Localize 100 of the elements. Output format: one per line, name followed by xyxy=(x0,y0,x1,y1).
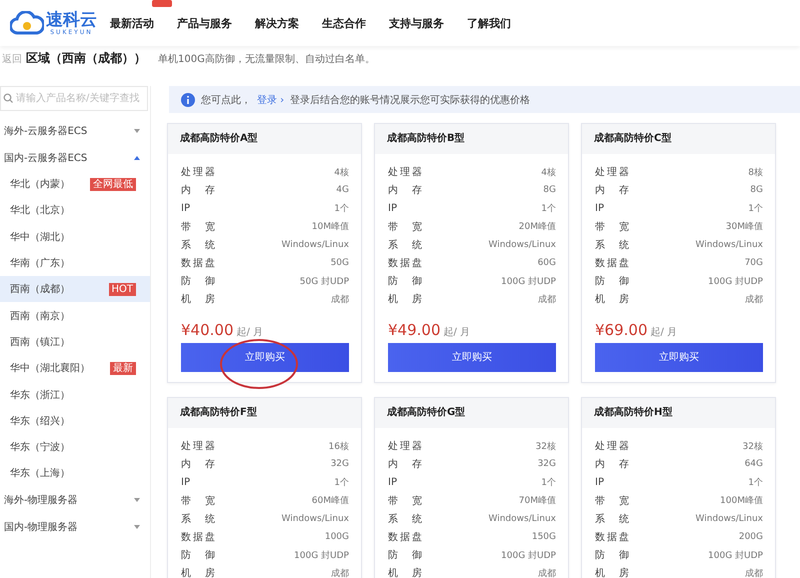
spec-value: 成都 xyxy=(538,568,556,578)
region-item[interactable]: 华北（内蒙） 全网最低 xyxy=(0,171,150,198)
region-item[interactable]: 西南（南京） xyxy=(0,302,150,329)
spec-value: 100G xyxy=(324,532,349,542)
spec-value: 100G 封UDP xyxy=(501,550,556,562)
region-item[interactable]: 华南（广东） xyxy=(0,250,150,276)
spec-value: 32G xyxy=(330,459,349,470)
region-item[interactable]: 华北（北京） xyxy=(0,197,150,224)
spec-value: 8G xyxy=(543,185,556,196)
nav-link[interactable]: 支持与服务 xyxy=(389,16,444,30)
spec-label: 防御 xyxy=(595,548,629,562)
spec-value: 100M峰值 xyxy=(720,494,763,508)
spec-label: 内存 xyxy=(388,458,422,472)
card-title: 成都高防特价C型 xyxy=(582,124,775,154)
spec-value: 70G xyxy=(744,258,763,268)
login-link[interactable]: 登录 › xyxy=(257,92,284,106)
buy-button[interactable]: 立即购买 xyxy=(388,342,556,372)
card-title: 成都高防特价B型 xyxy=(375,124,568,154)
spec-value: Windows/Linux xyxy=(696,240,763,250)
nav-link[interactable]: 生态合作 xyxy=(322,16,366,30)
card-title: 成都高防特价F型 xyxy=(168,398,361,428)
spec-label: 数据盘 xyxy=(595,531,629,544)
spec-label: 带宽 xyxy=(181,220,215,234)
nav-link[interactable]: 解决方案 xyxy=(255,16,299,30)
category-item[interactable]: 海外-云服务器ECS xyxy=(0,117,150,144)
spec-value: 1个 xyxy=(334,476,349,489)
region-label: 华东（宁波） xyxy=(10,440,70,454)
region-label: 华中（湖北襄阳） xyxy=(10,362,90,376)
spec-value: 60M峰值 xyxy=(312,494,349,508)
spec-label: 机房 xyxy=(388,566,422,578)
region-item[interactable]: 华中（湖北） xyxy=(0,224,150,250)
logo-name: 速科云 xyxy=(46,10,97,28)
buy-button[interactable]: 立即购买 xyxy=(181,342,349,372)
spec-value: 200G xyxy=(738,532,763,542)
spec-value: 60G xyxy=(538,258,556,268)
page-title: 区域（西南（成都）） xyxy=(26,50,146,67)
spec-value: 16核 xyxy=(328,440,349,453)
spec-label: IP xyxy=(181,202,191,214)
region-label: 西南（成都） xyxy=(10,282,70,296)
spec-value: 成都 xyxy=(331,568,349,578)
card-title: 成都高防特价H型 xyxy=(582,398,775,428)
spec-label: 内存 xyxy=(595,458,629,472)
spec-label: 数据盘 xyxy=(595,257,629,270)
nav-link[interactable]: 了解我们 xyxy=(467,16,511,30)
spec-value: 50G xyxy=(330,258,349,268)
region-item[interactable]: 西南（镇江） xyxy=(0,328,150,356)
spec-label: 数据盘 xyxy=(388,531,422,544)
spec-label: IP xyxy=(595,202,605,214)
cloud-logo-icon xyxy=(10,11,44,35)
region-item[interactable]: 华东（浙江） xyxy=(0,381,150,408)
nav-link[interactable]: 产品与服务 xyxy=(177,16,232,30)
spec-value: 100G 封UDP xyxy=(708,550,763,562)
spec-label: 防御 xyxy=(595,274,629,288)
spec-label: 带宽 xyxy=(595,220,629,234)
spec-value: 4G xyxy=(336,185,349,196)
region-label: 西南（镇江） xyxy=(10,336,70,349)
spec-label: 数据盘 xyxy=(181,257,215,270)
spec-label: IP xyxy=(388,202,398,214)
region-label: 华东（浙江） xyxy=(10,388,70,402)
category-item[interactable]: 国内-物理服务器 xyxy=(0,514,150,541)
caret-down-icon xyxy=(134,128,140,132)
spec-label: 处理器 xyxy=(595,166,629,180)
price-text: ¥40.00 xyxy=(181,320,234,338)
category-item[interactable]: 海外-物理服务器 xyxy=(0,486,150,514)
search-field[interactable]: 请输入产品名称/关键字查找 xyxy=(0,86,148,111)
region-item[interactable]: 西南（成都） HOT xyxy=(0,276,150,302)
region-label: 华北（内蒙） xyxy=(10,178,70,192)
spec-label: 数据盘 xyxy=(181,531,215,544)
tag-label: 最新 xyxy=(110,362,136,375)
spec-label: 防御 xyxy=(181,548,215,562)
region-item[interactable]: 华东（绍兴） xyxy=(0,408,150,434)
region-label: 西南（南京） xyxy=(10,310,70,323)
spec-value: Windows/Linux xyxy=(282,514,349,524)
notice-text: 您可点此， xyxy=(201,94,251,106)
spec-label: 机房 xyxy=(181,566,215,578)
spec-value: 1个 xyxy=(334,202,349,215)
region-item[interactable]: 华东（宁波） xyxy=(0,434,150,460)
spec-label: IP xyxy=(595,476,605,488)
price-text: ¥69.00 xyxy=(595,320,648,338)
spec-label: 处理器 xyxy=(181,166,215,180)
spec-label: 系统 xyxy=(181,512,215,526)
tag-label: HOT xyxy=(108,282,136,296)
region-item[interactable]: 华中（湖北襄阳） 最新 xyxy=(0,355,150,382)
category-item[interactable]: 国内-云服务器ECS xyxy=(0,144,150,171)
nav-link[interactable]: 最新活动 xyxy=(110,16,154,30)
buy-button[interactable]: 立即购买 xyxy=(595,342,763,372)
spec-label: 系统 xyxy=(388,512,422,526)
info-icon xyxy=(181,92,195,106)
spec-label: 处理器 xyxy=(181,440,215,454)
spec-label: 防御 xyxy=(388,274,422,288)
price-unit: 起/ 月 xyxy=(444,326,470,338)
spec-label: IP xyxy=(181,476,191,488)
spec-value: Windows/Linux xyxy=(282,240,349,250)
spec-label: 系统 xyxy=(181,238,215,252)
region-item[interactable]: 华东（上海） xyxy=(0,460,150,487)
spec-value: 8核 xyxy=(748,166,763,179)
tag-label: 全网最低 xyxy=(90,178,136,191)
spec-value: 1个 xyxy=(748,202,763,215)
spec-value: 成都 xyxy=(745,568,763,578)
spec-label: 机房 xyxy=(181,292,215,306)
